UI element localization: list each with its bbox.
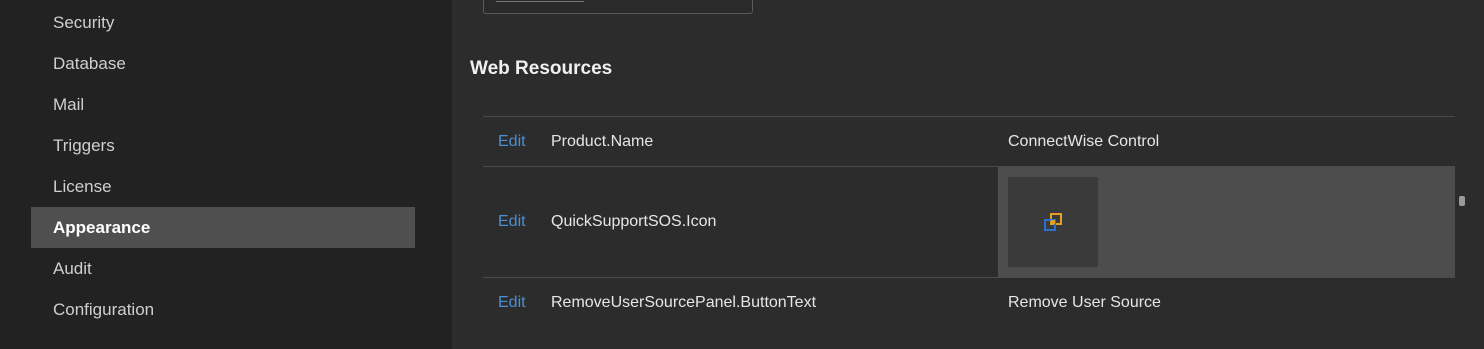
icon-preview-tile bbox=[1008, 177, 1098, 267]
sidebar-item-database[interactable]: Database bbox=[31, 43, 415, 84]
edit-link[interactable]: Edit bbox=[498, 278, 526, 327]
sidebar-item-audit[interactable]: Audit bbox=[31, 248, 415, 289]
sidebar-item-appearance[interactable]: Appearance bbox=[31, 207, 415, 248]
sidebar-item-license[interactable]: License bbox=[31, 166, 415, 207]
resource-name: RemoveUserSourcePanel.ButtonText bbox=[551, 293, 817, 311]
settings-page: Security Database Mail Triggers License … bbox=[0, 0, 1484, 349]
resource-name: QuickSupportSOS.Icon bbox=[551, 213, 717, 230]
table-row: Edit RemoveUserSourcePanel.ButtonText Re… bbox=[483, 277, 1455, 327]
upper-field[interactable] bbox=[483, 0, 753, 14]
sidebar-item-mail[interactable]: Mail bbox=[31, 84, 415, 125]
edit-link[interactable]: Edit bbox=[498, 167, 526, 277]
web-resources-table: Edit Product.Name ConnectWise Control Ed… bbox=[483, 116, 1455, 327]
resource-name: Product.Name bbox=[551, 132, 654, 150]
edit-link[interactable]: Edit bbox=[498, 117, 526, 166]
resource-value: ConnectWise Control bbox=[1008, 132, 1160, 150]
table-row: Edit QuickSupportSOS.Icon bbox=[483, 166, 1455, 277]
quick-support-sos-icon bbox=[1044, 213, 1062, 231]
scrollbar-thumb[interactable] bbox=[1459, 196, 1465, 206]
upper-field-line bbox=[496, 1, 584, 2]
sidebar-item-configuration[interactable]: Configuration bbox=[31, 289, 415, 330]
sidebar-item-triggers[interactable]: Triggers bbox=[31, 125, 415, 166]
table-row: Edit Product.Name ConnectWise Control bbox=[483, 116, 1455, 166]
sidebar-item-security[interactable]: Security bbox=[31, 2, 415, 43]
sidebar: Security Database Mail Triggers License … bbox=[0, 0, 452, 349]
resource-value-panel bbox=[998, 167, 1455, 277]
resource-value: Remove User Source bbox=[1008, 293, 1161, 311]
section-title: Web Resources bbox=[470, 58, 613, 79]
main-content: Web Resources Edit Product.Name ConnectW… bbox=[452, 0, 1484, 349]
